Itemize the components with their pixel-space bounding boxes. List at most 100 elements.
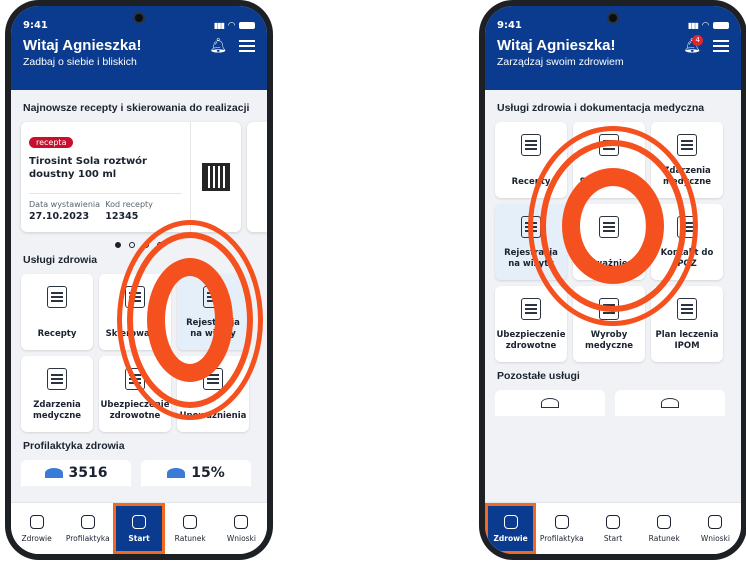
prescription-badge: recepta [29, 137, 74, 148]
tile-label: Zdarzenia medyczne [32, 400, 82, 421]
greeting-row: Witaj Agnieszka! 🔔︎ [23, 37, 255, 54]
shield-icon [80, 514, 95, 529]
next-card-peek[interactable] [247, 122, 267, 232]
treatment-plan-icon [677, 298, 697, 320]
screen-right: 9:41 ▮▮▮ ◠ Witaj Agnieszka! 🔔︎ 4 Zarządz… [485, 6, 741, 554]
tile-label: Upoważnienia [179, 411, 247, 421]
medical-events-icon [677, 134, 697, 156]
camera-notch [133, 12, 145, 24]
nav-label: Start [603, 533, 623, 543]
prevention-card-percent[interactable]: 15% [141, 460, 251, 486]
nav-start[interactable]: Start [587, 503, 638, 554]
tile-insurance[interactable]: Ubezpieczenie zdrowotne [495, 286, 567, 362]
tile-prescriptions[interactable]: Recepty [495, 122, 567, 198]
health-icon [503, 514, 518, 529]
tile-insurance[interactable]: Ubezpieczenie zdrowotne [99, 356, 171, 432]
section-prevention-title: Profilaktyka zdrowia [23, 440, 125, 452]
battery-icon [239, 22, 255, 29]
tile-contact-poz[interactable]: Kontakt do POZ [651, 204, 723, 280]
tile-label: Skierowania [105, 329, 165, 339]
menu-icon[interactable] [239, 39, 255, 52]
tile-referrals[interactable]: Skierowania [99, 274, 171, 350]
nav-label: Profilaktyka [65, 533, 110, 543]
tile-label: Ubezpieczenie zdrowotne [496, 330, 566, 351]
nav-label: Start [128, 533, 150, 543]
prescription-icon [521, 134, 541, 156]
header-actions: 🔔︎ 4 [683, 34, 729, 54]
carousel-dot[interactable] [129, 242, 135, 248]
date-label: Data wystawienia [29, 200, 101, 209]
nav-health[interactable]: Zdrowie [11, 503, 62, 554]
qr-code-area [189, 122, 242, 232]
drop-icon [167, 468, 186, 478]
referral-icon [599, 134, 619, 156]
prescription-meta: Data wystawienia 27.10.2023 Kod recepty … [29, 193, 182, 222]
other-service-card[interactable] [495, 390, 605, 416]
prescription-date: Data wystawienia 27.10.2023 [29, 200, 105, 222]
bell-icon[interactable]: 🔔︎ [209, 38, 227, 54]
tile-authorizations[interactable]: Upoważnienia [573, 204, 645, 280]
other-services [495, 390, 731, 416]
tile-registration[interactable]: Rejestracja na wizyty [495, 204, 567, 280]
status-time: 9:41 [497, 20, 522, 31]
battery-icon [713, 22, 729, 29]
services-grid: Recepty Skierowania Zdarzenia medyczne R… [495, 122, 731, 362]
tile-label: Ubezpieczenie zdrowotne [100, 400, 170, 421]
tile-medical-events[interactable]: Zdarzenia medyczne [21, 356, 93, 432]
mail-icon [708, 514, 723, 529]
chart-icon [44, 468, 63, 478]
menu-icon[interactable] [713, 39, 729, 52]
carousel-dot[interactable] [143, 242, 149, 248]
carousel-dot[interactable] [157, 242, 163, 248]
home-icon [606, 514, 620, 529]
tile-treatment-plan[interactable]: Plan leczenia IPOM [651, 286, 723, 362]
calendar-icon [203, 286, 223, 308]
nav-prevention[interactable]: Profilaktyka [536, 503, 587, 554]
prevention-card-steps[interactable]: 3516 [21, 460, 131, 486]
nav-label: Ratunek [174, 533, 206, 543]
signal-icon: ▮▮▮ [687, 21, 699, 30]
services-grid: Recepty Skierowania Rejestracja na wizyt… [21, 274, 257, 432]
tile-label: Wyroby medyczne [584, 330, 634, 351]
tile-medical-events[interactable]: Zdarzenia medyczne [651, 122, 723, 198]
barcode-icon [661, 398, 679, 408]
section-other-title: Pozostałe usługi [497, 370, 580, 382]
nav-requests[interactable]: Wnioski [216, 503, 267, 554]
prescription-card[interactable]: recepta Tirosint Sola roztwór doustny 10… [21, 122, 241, 232]
nav-label: Ratunek [648, 533, 680, 543]
prescription-carousel[interactable]: recepta Tirosint Sola roztwór doustny 10… [21, 122, 267, 232]
tile-registration[interactable]: Rejestracja na wizyty [177, 274, 249, 350]
main-content: Najnowsze recepty i skierowania do reali… [11, 90, 267, 494]
nav-rescue[interactable]: Ratunek [165, 503, 216, 554]
nav-start[interactable]: Start [113, 503, 165, 554]
greeting-title: Witaj Agnieszka! [23, 37, 142, 54]
code-value: 12345 [105, 211, 139, 222]
wifi-icon: ◠ [228, 20, 235, 31]
section-services-title: Usługi zdrowia i dokumentacja medyczna [497, 102, 705, 114]
mail-icon [234, 514, 249, 529]
other-service-card[interactable] [615, 390, 725, 416]
nav-prevention[interactable]: Profilaktyka [62, 503, 113, 554]
tile-label: Skierowania [579, 177, 639, 187]
greeting-title: Witaj Agnieszka! [497, 37, 616, 54]
tile-prescriptions[interactable]: Recepty [21, 274, 93, 350]
status-icons: ▮▮▮ ◠ [214, 21, 255, 31]
notification-badge: 4 [692, 34, 704, 46]
nav-rescue[interactable]: Ratunek [639, 503, 690, 554]
tile-label: Kontakt do POZ [660, 248, 714, 269]
bottom-nav: Zdrowie Profilaktyka Start Ratunek Wnios… [11, 502, 267, 554]
tile-medical-devices[interactable]: Wyroby medyczne [573, 286, 645, 362]
tile-label: Upoważnienia [575, 259, 643, 269]
nav-requests[interactable]: Wnioski [690, 503, 741, 554]
comparison-stage: 9:41 ▮▮▮ ◠ Witaj Agnieszka! 🔔︎ Zadbaj o … [0, 0, 746, 562]
tile-label: Recepty [37, 329, 77, 339]
home-icon [132, 514, 146, 529]
phone-right: 9:41 ▮▮▮ ◠ Witaj Agnieszka! 🔔︎ 4 Zarządz… [479, 0, 746, 560]
tile-authorizations[interactable]: Upoważnienia [177, 356, 249, 432]
tile-label: Rejestracja na wizyty [504, 248, 558, 269]
tile-referrals[interactable]: Skierowania [573, 122, 645, 198]
status-time: 9:41 [23, 20, 48, 31]
shield-icon [554, 514, 569, 529]
carousel-dot-active[interactable] [115, 242, 121, 248]
nav-health[interactable]: Zdrowie [485, 503, 537, 554]
